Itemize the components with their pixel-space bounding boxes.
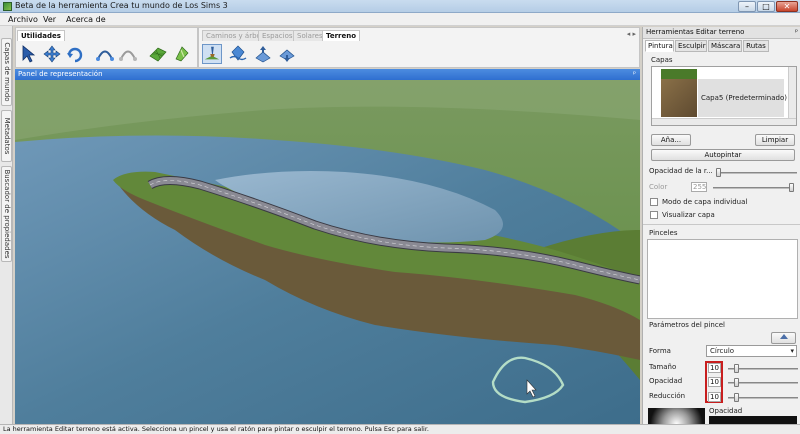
layer-thumb-dirt[interactable] [661,79,697,117]
move-icon[interactable] [42,44,62,64]
tab-world-layers[interactable]: Capas de mundo [1,38,12,106]
chevron-down-icon: ▾ [790,347,794,355]
terrain-paint-icon[interactable] [172,44,192,64]
edit-terrain-tool[interactable] [202,44,222,64]
shape-select-value: Círculo [710,347,735,355]
terrain-water-icon[interactable] [228,44,248,64]
panel-title-bar: Herramientas Editar terreno ᵖ [643,27,800,39]
menu-archivo[interactable]: Archivo [8,15,38,24]
collapse-button[interactable] [771,332,796,344]
layer-item-label: Capa5 (Predeterminado) [701,94,787,102]
panel-pin-icon[interactable]: ᵖ [795,28,798,36]
tab-paint[interactable]: Pintura [645,40,674,52]
rotate-icon[interactable] [65,44,85,64]
autopaint-button[interactable]: Autopintar [651,149,795,161]
tab-metadata[interactable]: Metadatos [1,110,12,162]
tab-metadata-label: Metadatos [2,117,11,155]
tab-world-layers-label: Capas de mundo [2,42,11,102]
terrain-brush-icon [204,46,220,60]
tab-property-finder-label: Buscador de propiedades [2,169,11,259]
viewport-header: Panel de representación ᵖ [15,69,640,80]
size-slider-thumb[interactable] [734,364,739,373]
window-title: Beta de la herramienta Crea tu mundo de … [15,1,228,10]
color-value-field[interactable]: 255 [691,182,707,192]
size-label: Tamaño [649,363,677,371]
maximize-button[interactable]: □ [757,1,775,12]
utilities-toolbar: Utilidades [15,27,198,68]
color-slider[interactable] [713,187,793,189]
terrain-grid-icon[interactable] [148,44,168,64]
size-field[interactable]: 10 [708,363,721,373]
layer-opacity-thumb[interactable] [716,168,721,177]
brushes-label: Pinceles [649,229,678,237]
terrain-scene[interactable] [15,80,640,424]
visualize-layer-checkbox[interactable] [650,211,658,219]
menu-ver[interactable]: Ver [43,15,56,24]
left-dock: Capas de mundo Metadatos Buscador de pro… [0,26,13,424]
reduction-field[interactable]: 10 [708,392,721,402]
brush-params-label: Parámetros del pincel [649,321,725,329]
status-bar: La herramienta Editar terreno está activ… [0,424,800,434]
panel-title: Herramientas Editar terreno [646,28,745,36]
reduction-slider-thumb[interactable] [734,393,739,402]
tab-terrain[interactable]: Terreno [322,30,361,41]
reduction-label: Reducción [649,392,686,400]
layer-opacity-label: Opacidad de la r... [649,167,713,175]
divider [643,224,800,225]
tab-mask[interactable]: Máscara [708,40,742,52]
layers-vscrollbar[interactable] [788,67,796,118]
layer-opacity-slider[interactable] [717,172,797,174]
layers-list[interactable]: Capa5 (Predeterminado) [651,66,797,126]
status-text: La herramienta Editar terreno está activ… [3,425,429,433]
tab-scroll-arrows[interactable]: ◂ ▸ [627,30,636,38]
color-slider-thumb[interactable] [789,183,794,192]
app-icon [3,2,12,11]
pin-icon[interactable]: ᵖ [633,70,636,78]
close-button[interactable]: ✕ [776,1,798,12]
menu-acerca-de[interactable]: Acerca de [66,15,106,24]
opacity-slider-thumb[interactable] [734,378,739,387]
chevron-up-icon [779,334,788,339]
render-viewport[interactable] [15,80,640,424]
layers-hscrollbar[interactable] [652,118,796,125]
edit-terrain-panel: Herramientas Editar terreno ᵖ Pintura Es… [642,27,800,424]
tab-utilities[interactable]: Utilidades [17,30,65,41]
individual-layer-label: Modo de capa individual [662,198,748,206]
clear-button[interactable]: Limpiar [755,134,795,146]
visualize-layer-label: Visualizar capa [662,211,715,219]
minimize-button[interactable]: – [738,1,756,12]
terrain-raise-icon[interactable] [253,44,273,64]
bottom-opacity-label: Opacidad [709,407,743,415]
terrain-lower-icon[interactable] [277,44,297,64]
opacity-field[interactable]: 10 [708,377,721,387]
tab-property-finder[interactable]: Buscador de propiedades [1,166,12,262]
tab-spaces[interactable]: Espacios [258,30,297,41]
tab-routes[interactable]: Rutas [743,40,769,52]
layer-thumb-grass[interactable] [661,69,697,79]
curve-node-disabled-icon[interactable] [118,44,138,64]
menu-bar: Archivo Ver Acerca de [0,13,800,26]
layers-label: Capas [651,56,673,64]
shape-select[interactable]: Círculo ▾ [706,345,797,357]
select-arrow-icon[interactable] [19,44,39,64]
curve-node-icon[interactable] [95,44,115,64]
tab-sculpt[interactable]: Esculpir [675,40,707,52]
brush-preview [648,408,705,424]
terrain-toolbar: Caminos y árboles Espacios Solares Terre… [198,27,640,68]
viewport-title: Panel de representación [18,70,103,78]
color-label: Color [649,183,668,191]
individual-layer-checkbox[interactable] [650,198,658,206]
opacity-preview [709,416,797,424]
opacity-label: Opacidad [649,377,683,385]
title-bar: Beta de la herramienta Crea tu mundo de … [0,0,800,13]
brushes-list[interactable] [647,239,798,319]
shape-label: Forma [649,347,671,355]
add-layer-button[interactable]: Aña... [651,134,691,146]
